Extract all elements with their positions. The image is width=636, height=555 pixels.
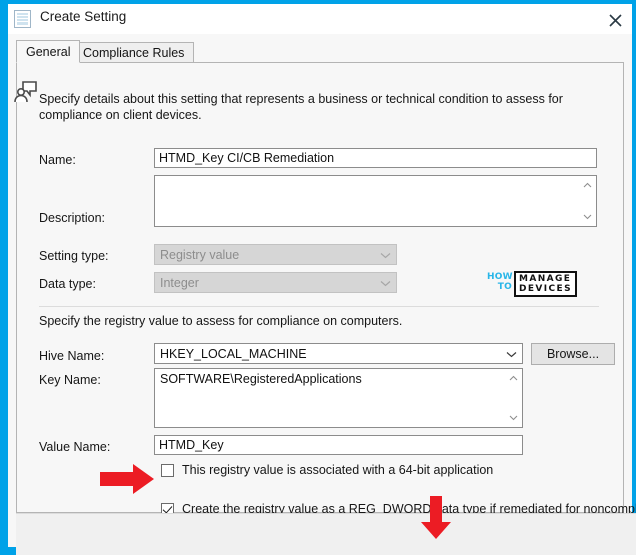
- key-name-label: Key Name:: [39, 373, 101, 387]
- watermark-line4: DEVICES: [519, 284, 572, 294]
- chevron-up-icon[interactable]: [583, 181, 592, 190]
- dialog-body: General Compliance Rules Specify details…: [8, 34, 636, 555]
- setting-type-value: Registry value: [160, 248, 240, 262]
- title-bar: Create Setting: [8, 4, 632, 34]
- setting-type-select: Registry value: [154, 244, 397, 265]
- checkbox-64bit-application[interactable]: This registry value is associated with a…: [161, 463, 493, 477]
- name-input[interactable]: [154, 148, 597, 168]
- watermark-howto: HOW TO: [487, 272, 513, 292]
- registry-intro-text: Specify the registry value to assess for…: [39, 314, 403, 328]
- screenshot-root: Create Setting General Compliance Rules …: [0, 0, 636, 555]
- frame-accent-right: [632, 0, 636, 555]
- general-panel: Specify details about this setting that …: [16, 63, 636, 516]
- tab-general[interactable]: General: [16, 40, 81, 63]
- watermark-boxed: MANAGE DEVICES: [514, 271, 577, 297]
- tab-compliance-rules[interactable]: Compliance Rules: [73, 42, 195, 63]
- data-type-select: Integer: [154, 272, 397, 293]
- key-name-textarea[interactable]: SOFTWARE\RegisteredApplications: [154, 368, 523, 428]
- watermark-line3: MANAGE: [519, 274, 572, 284]
- window-title: Create Setting: [40, 9, 127, 24]
- value-name-input[interactable]: [154, 435, 523, 455]
- window-icon: [14, 10, 31, 28]
- close-icon[interactable]: [604, 10, 626, 30]
- frame-accent-left: [0, 0, 8, 555]
- dialog-footer: OK Cancel Apply: [16, 513, 636, 555]
- watermark-logo: HOW TO MANAGE DEVICES: [487, 271, 577, 297]
- hive-name-value: HKEY_LOCAL_MACHINE: [160, 347, 307, 361]
- data-type-value: Integer: [160, 276, 199, 290]
- name-label: Name:: [39, 153, 76, 167]
- chevron-down-icon[interactable]: [583, 212, 592, 221]
- key-name-value: SOFTWARE\RegisteredApplications: [160, 372, 362, 386]
- general-intro-text: Specify details about this setting that …: [39, 92, 563, 122]
- browse-button[interactable]: Browse...: [531, 343, 615, 365]
- chevron-down-icon[interactable]: [506, 351, 517, 358]
- description-textarea[interactable]: [154, 175, 597, 227]
- checkbox-64bit-box[interactable]: [161, 463, 174, 477]
- checkbox-64bit-label: This registry value is associated with a…: [182, 463, 494, 477]
- chevron-up-icon[interactable]: [509, 374, 518, 383]
- setting-type-label: Setting type:: [39, 249, 109, 263]
- tab-strip: General Compliance Rules: [16, 40, 624, 63]
- person-comment-icon[interactable]: [13, 80, 39, 104]
- description-label: Description:: [39, 211, 105, 225]
- hive-name-select[interactable]: HKEY_LOCAL_MACHINE: [154, 343, 523, 364]
- data-type-label: Data type:: [39, 277, 96, 291]
- chevron-down-icon: [380, 280, 391, 287]
- value-name-label: Value Name:: [39, 440, 111, 454]
- watermark-line2: TO: [497, 282, 512, 292]
- key-name-scrollbar[interactable]: [506, 370, 521, 426]
- chevron-down-icon: [380, 252, 391, 259]
- chevron-down-icon[interactable]: [509, 413, 518, 422]
- section-divider: [39, 306, 599, 307]
- hive-name-label: Hive Name:: [39, 349, 105, 363]
- watermark-line1: HOW: [487, 272, 513, 282]
- description-scrollbar[interactable]: [580, 177, 595, 225]
